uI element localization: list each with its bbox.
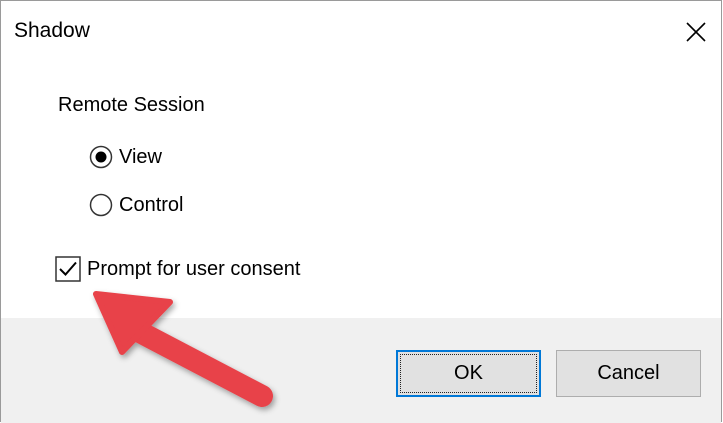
- consent-checkbox-row[interactable]: Prompt for user consent: [55, 256, 300, 282]
- cancel-button[interactable]: Cancel: [556, 350, 701, 397]
- shadow-dialog: Shadow Remote Session View Control Promp…: [0, 0, 722, 423]
- remote-session-label: Remote Session: [58, 94, 205, 116]
- radio-control[interactable]: Control: [89, 193, 183, 217]
- radio-view[interactable]: View: [89, 145, 162, 169]
- ok-button[interactable]: OK: [396, 350, 541, 397]
- radio-selected-icon[interactable]: [89, 145, 113, 169]
- focus-rectangle: [400, 354, 537, 393]
- radio-control-label: Control: [119, 193, 184, 216]
- dialog-footer: OK Cancel: [1, 318, 721, 423]
- consent-checkbox-label: Prompt for user consent: [87, 257, 301, 280]
- title-bar: Shadow: [1, 1, 721, 63]
- radio-view-label: View: [119, 145, 162, 168]
- close-button[interactable]: [673, 5, 719, 59]
- checkbox-checked-icon[interactable]: [55, 256, 81, 282]
- cancel-button-label: Cancel: [597, 362, 660, 384]
- radio-unselected-icon[interactable]: [89, 193, 113, 217]
- close-icon: [686, 22, 706, 42]
- dialog-body: Remote Session View Control Prompt for u…: [1, 63, 721, 318]
- dialog-title: Shadow: [14, 19, 90, 42]
